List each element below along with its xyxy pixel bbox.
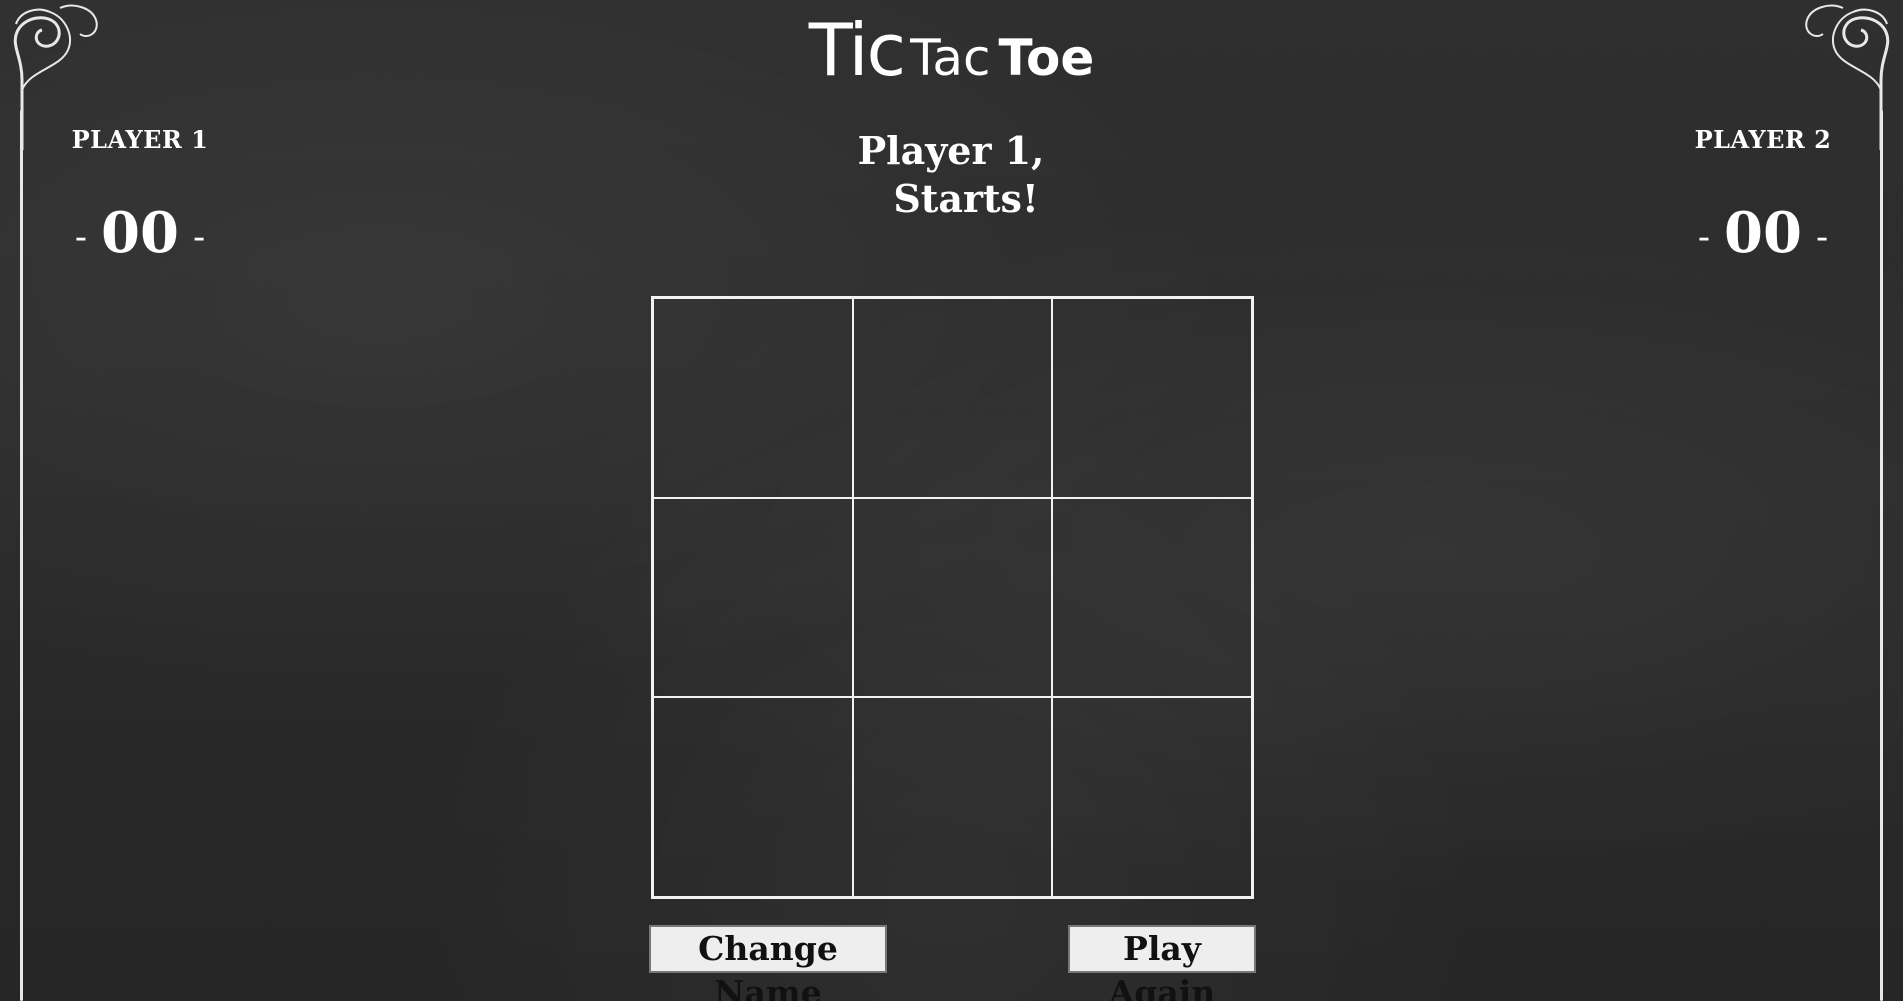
board-cell-1[interactable] — [653, 298, 853, 498]
board-cell-8[interactable] — [852, 697, 1053, 897]
board-cell-3[interactable] — [1052, 298, 1252, 498]
player-1-name: PLAYER 1 — [71, 125, 209, 154]
status-line-1: Player 1, — [857, 128, 1045, 173]
board-cell-6[interactable] — [1052, 497, 1252, 698]
score-dash-left: - — [1697, 216, 1711, 258]
player-2-name: PLAYER 2 — [1694, 125, 1832, 154]
player-1-panel: PLAYER 1 -00- — [30, 125, 250, 266]
play-again-button[interactable]: Play Again — [1068, 925, 1256, 1001]
player-1-score: 00 — [101, 200, 179, 266]
player-2-score-display: -00- — [1653, 200, 1873, 266]
game-title: Tic Tac Toe — [0, 8, 1903, 92]
board-cell-4[interactable] — [653, 497, 853, 698]
score-dash-right: - — [192, 216, 206, 258]
turn-status-message: Player 1, Starts! — [751, 127, 1151, 223]
board-cell-2[interactable] — [852, 298, 1053, 498]
title-part-tic: Tic — [808, 8, 906, 92]
game-board — [651, 296, 1254, 899]
score-dash-left: - — [74, 216, 88, 258]
title-part-toe: Toe — [998, 29, 1095, 87]
status-line-2: Starts! — [893, 176, 1039, 221]
player-2-score: 00 — [1724, 200, 1802, 266]
change-name-button[interactable]: Change Name — [649, 925, 887, 1001]
title-part-tac: Tac — [910, 29, 991, 87]
board-cell-7[interactable] — [653, 697, 853, 897]
board-cell-9[interactable] — [1052, 697, 1252, 897]
score-dash-right: - — [1815, 216, 1829, 258]
board-cell-5[interactable] — [852, 497, 1053, 698]
right-border-line — [1880, 110, 1883, 1001]
player-1-score-display: -00- — [30, 200, 250, 266]
player-2-panel: PLAYER 2 -00- — [1653, 125, 1873, 266]
left-border-line — [20, 110, 23, 1001]
